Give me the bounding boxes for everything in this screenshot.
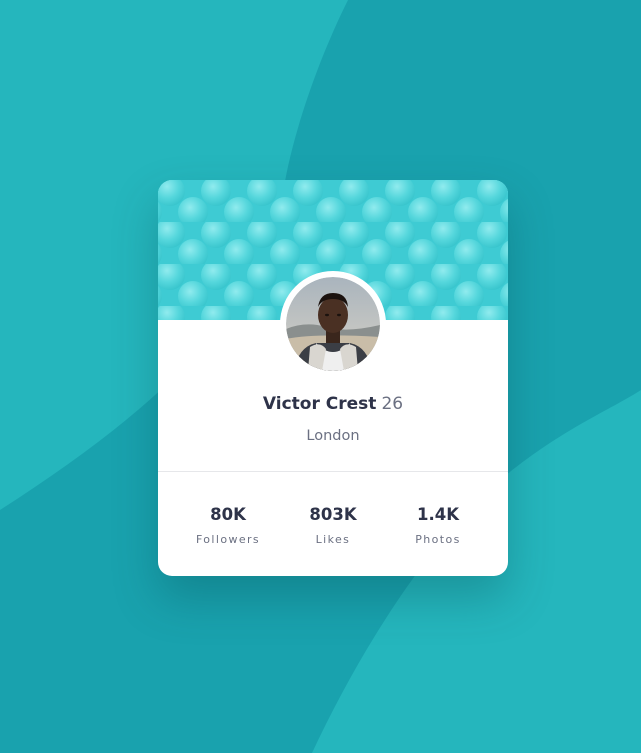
stat-label: Photos — [415, 533, 461, 546]
profile-city: London — [306, 428, 360, 444]
stats-row: 80K Followers 803K Likes 1.4K Photos — [158, 505, 508, 555]
divider — [158, 471, 508, 472]
profile-card: Victor Crest 26 London 80K Followers 803K… — [158, 180, 508, 576]
stat-likes: 803K Likes — [283, 505, 383, 547]
profile-age: 26 — [381, 394, 404, 414]
avatar — [280, 271, 386, 377]
stat-value: 80K — [210, 505, 246, 524]
name-row: Victor Crest 26 — [158, 393, 508, 415]
profile-name: Victor Crest — [262, 394, 377, 414]
stat-value: 803K — [309, 505, 357, 524]
stat-photos: 1.4K Photos — [388, 505, 488, 547]
stat-followers: 80K Followers — [178, 505, 278, 547]
stat-value: 1.4K — [416, 505, 459, 524]
stat-label: Followers — [195, 533, 261, 546]
stat-label: Likes — [315, 533, 351, 546]
